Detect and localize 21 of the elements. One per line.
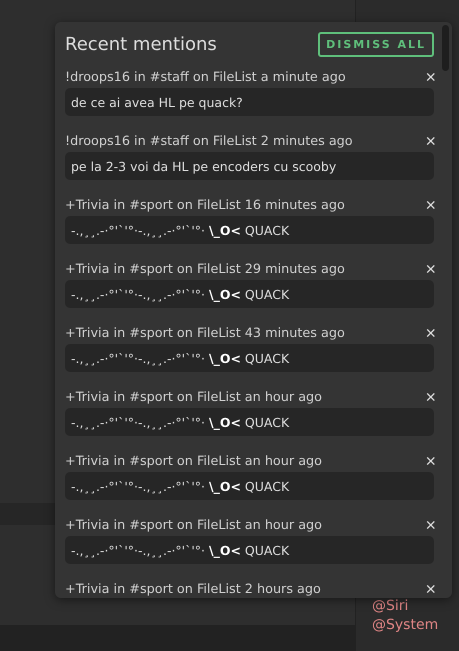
mention-message: -.,¸¸.-·°'`'°·-.,¸¸.-·°'`'°· \_O< QUACK [65,280,434,308]
popover-title: Recent mentions [65,34,217,54]
mention-header: +Trivia in #sport on FileList an hour ago [65,390,322,404]
mention-message: -.,¸¸.-·°'`'°·-.,¸¸.-·°'`'°· \_O< QUACK [65,536,434,564]
mention-header: !droops16 in #staff on FileList 2 minutes ago [65,134,353,148]
user-name[interactable]: @System [372,617,459,633]
mention-header: +Trivia in #sport on FileList 29 minutes ago [65,262,345,276]
mention-message: -.,¸¸.-·°'`'°·-.,¸¸.-·°'`'°· \_O< QUACK [65,216,434,244]
mention-header: +Trivia in #sport on FileList an hour ago [65,518,322,532]
mention-header: +Trivia in #sport on FileList 16 minutes ago [65,198,345,212]
mention-header: +Trivia in #sport on FileList an hour ago [65,454,322,468]
mention-message: -.,¸¸.-·°'`'°·-.,¸¸.-·°'`'°· \_O< QUACK [65,344,434,372]
user-name[interactable]: @Siri [372,598,459,614]
mention-message: de ce ai avea HL pe quack? [65,88,434,116]
dismiss-all-button[interactable]: DISMISS ALL [318,32,434,56]
mention-header: +Trivia in #sport on FileList 2 hours ago [65,582,321,596]
mention-message: -.,¸¸.-·°'`'°·-.,¸¸.-·°'`'°· \_O< QUACK [65,472,434,500]
mention-header: +Trivia in #sport on FileList 43 minutes ago [65,326,345,340]
mention-message: -.,¸¸.-·°'`'°·-.,¸¸.-·°'`'°· \_O< QUACK [65,408,434,436]
mention-message: pe la 2-3 voi da HL pe encoders cu scooby [65,152,434,180]
mention-header: !droops16 in #staff on FileList a minute ago [65,70,346,84]
